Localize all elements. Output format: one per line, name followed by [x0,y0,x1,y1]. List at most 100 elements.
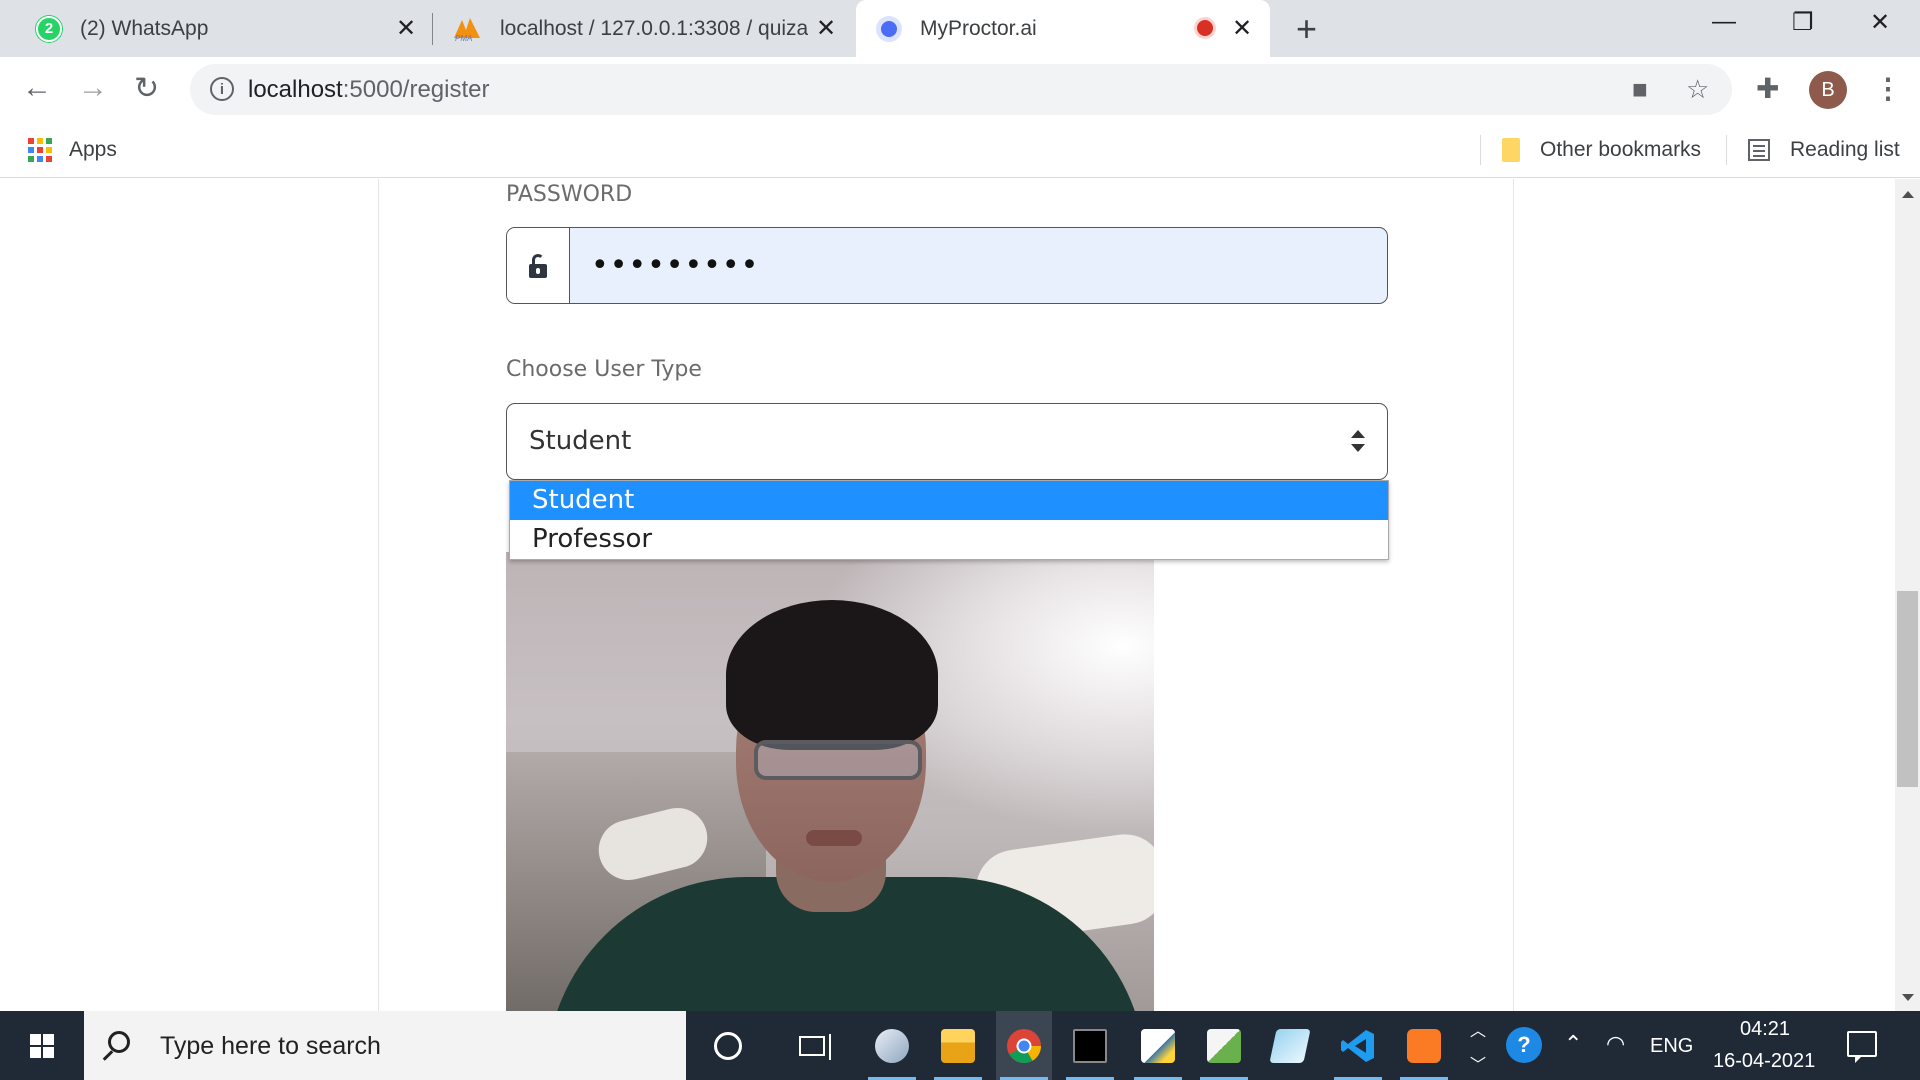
restore-button[interactable]: ❐ [1792,8,1814,37]
tab-title: (2) WhatsApp [80,16,209,40]
address-bar[interactable]: i localhost:5000/register ■ ☆ [190,64,1732,115]
bookmark-divider [1726,135,1727,165]
search-icon [108,1031,130,1053]
notification-icon[interactable] [1847,1031,1877,1063]
taskbar-search[interactable]: Type here to search [84,1011,686,1080]
windows-taskbar: Type here to search ︿ ﹀ ? ⌃ ◠ ENG 04:21 … [0,1011,1920,1080]
task-view-icon [799,1033,831,1060]
webcam-person-mouth [806,830,862,846]
info-icon[interactable]: i [210,77,234,101]
tab-phpmyadmin[interactable]: PMA localhost / 127.0.0.1:3308 / quiza ✕ [452,0,842,57]
scroll-thumb[interactable] [1897,591,1918,787]
windows-icon [29,1033,54,1058]
bookmarks-bar: Apps Other bookmarks Reading list [0,123,1920,178]
page-scrollbar[interactable] [1895,179,1920,1011]
close-window-button[interactable]: ✕ [1870,8,1890,37]
close-icon[interactable]: ✕ [396,14,416,43]
option-professor[interactable]: Professor [510,520,1388,559]
tab-myproctor[interactable]: MyProctor.ai ✕ [856,0,1270,57]
scroll-down-arrow[interactable] [1902,994,1914,1001]
wifi-icon[interactable]: ◠ [1606,1031,1625,1057]
webcam-person-hair [726,600,938,750]
user-type-selected-value: Student [529,426,632,456]
taskbar-app-snipping[interactable] [864,1011,920,1080]
webcam-preview [506,552,1154,1011]
forward-button[interactable]: → [78,71,108,105]
chevron-up-icon[interactable]: ︿ [1470,1017,1486,1041]
file-explorer-icon [941,1028,975,1063]
clock-date[interactable]: 16-04-2021 [1713,1050,1815,1073]
close-icon[interactable]: ✕ [816,14,836,43]
other-bookmarks[interactable]: Other bookmarks [1502,133,1701,167]
back-button[interactable]: ← [22,71,52,105]
page-viewport: PASSWORD ••••••••• Choose User Type Stud… [0,179,1920,1011]
reading-list-label: Reading list [1790,138,1900,161]
snipping-tool-icon [875,1028,909,1063]
tab-divider [432,13,433,45]
chrome-icon [1007,1028,1041,1063]
menu-icon[interactable]: ⋮ [1874,72,1902,105]
taskbar-app-explorer[interactable] [930,1011,986,1080]
password-addon [507,228,570,303]
taskbar-app-python[interactable] [1130,1011,1186,1080]
bookmark-divider [1480,135,1481,165]
tab-title: localhost / 127.0.0.1:3308 / quiza [500,16,809,40]
start-button[interactable] [0,1011,83,1080]
tab-title: MyProctor.ai [920,16,1037,40]
user-type-select[interactable]: Student [506,403,1388,480]
language-indicator[interactable]: ENG [1650,1035,1693,1058]
terminal-icon [1073,1028,1107,1063]
url-host: localhost [248,76,343,103]
apps-bookmark[interactable]: Apps [28,133,117,167]
password-field[interactable]: ••••••••• [506,227,1388,304]
apps-grid-icon [28,138,52,162]
taskbar-app-chrome[interactable] [996,1011,1052,1080]
profile-avatar[interactable]: B [1809,71,1847,109]
notepad-icon [1207,1028,1241,1063]
apps-label: Apps [69,138,117,161]
password-label: PASSWORD [506,182,633,207]
tab-whatsapp[interactable]: 2 (2) WhatsApp ✕ [36,0,426,57]
new-tab-button[interactable]: + [1296,8,1317,50]
user-type-label: Choose User Type [506,357,702,382]
chevron-down-icon[interactable]: ﹀ [1470,1051,1486,1075]
show-hidden-icons[interactable]: ⌃ [1564,1031,1582,1057]
cortana-button[interactable] [700,1011,756,1080]
close-icon[interactable]: ✕ [1232,14,1252,43]
webcam-person-glasses [754,740,922,780]
whatsapp-icon: 2 [36,15,62,42]
myproctor-icon [876,15,902,42]
notes-icon [1269,1028,1311,1063]
minimize-button[interactable]: — [1712,8,1736,36]
taskbar-app-notepad[interactable] [1196,1011,1252,1080]
other-bookmarks-label: Other bookmarks [1540,138,1702,161]
taskbar-app-notes[interactable] [1262,1011,1318,1080]
search-input[interactable]: Type here to search [160,1032,381,1061]
user-type-dropdown: Student Professor [509,480,1389,560]
taskbar-app-terminal[interactable] [1062,1011,1118,1080]
camera-icon[interactable]: ■ [1632,74,1648,105]
folder-icon [1502,138,1520,162]
url-path: :5000/register [342,76,490,103]
vscode-icon [1341,1029,1374,1062]
password-input[interactable]: ••••••••• [591,248,759,283]
cortana-icon [714,1031,742,1060]
xampp-icon [1407,1028,1441,1063]
python-file-icon [1141,1028,1175,1063]
tab-strip: 2 (2) WhatsApp ✕ PMA localhost / 127.0.0… [0,0,1920,57]
scroll-up-arrow[interactable] [1902,191,1914,198]
taskbar-app-vscode[interactable] [1330,1011,1386,1080]
extensions-icon[interactable]: ✚ [1756,72,1779,105]
browser-toolbar: ← → ↻ i localhost:5000/register ■ ☆ ✚ B … [0,57,1920,123]
star-icon[interactable]: ☆ [1686,74,1709,105]
clock-time[interactable]: 04:21 [1740,1018,1790,1041]
option-student[interactable]: Student [510,481,1388,520]
select-arrows-icon [1351,430,1365,452]
url-text[interactable]: localhost:5000/register [248,76,490,104]
reload-button[interactable]: ↻ [134,71,159,106]
phpmyadmin-icon: PMA [452,16,482,42]
reading-list[interactable]: Reading list [1748,133,1900,167]
task-view-button[interactable] [784,1011,840,1080]
taskbar-app-xampp[interactable] [1396,1011,1452,1080]
help-icon[interactable]: ? [1506,1027,1542,1063]
